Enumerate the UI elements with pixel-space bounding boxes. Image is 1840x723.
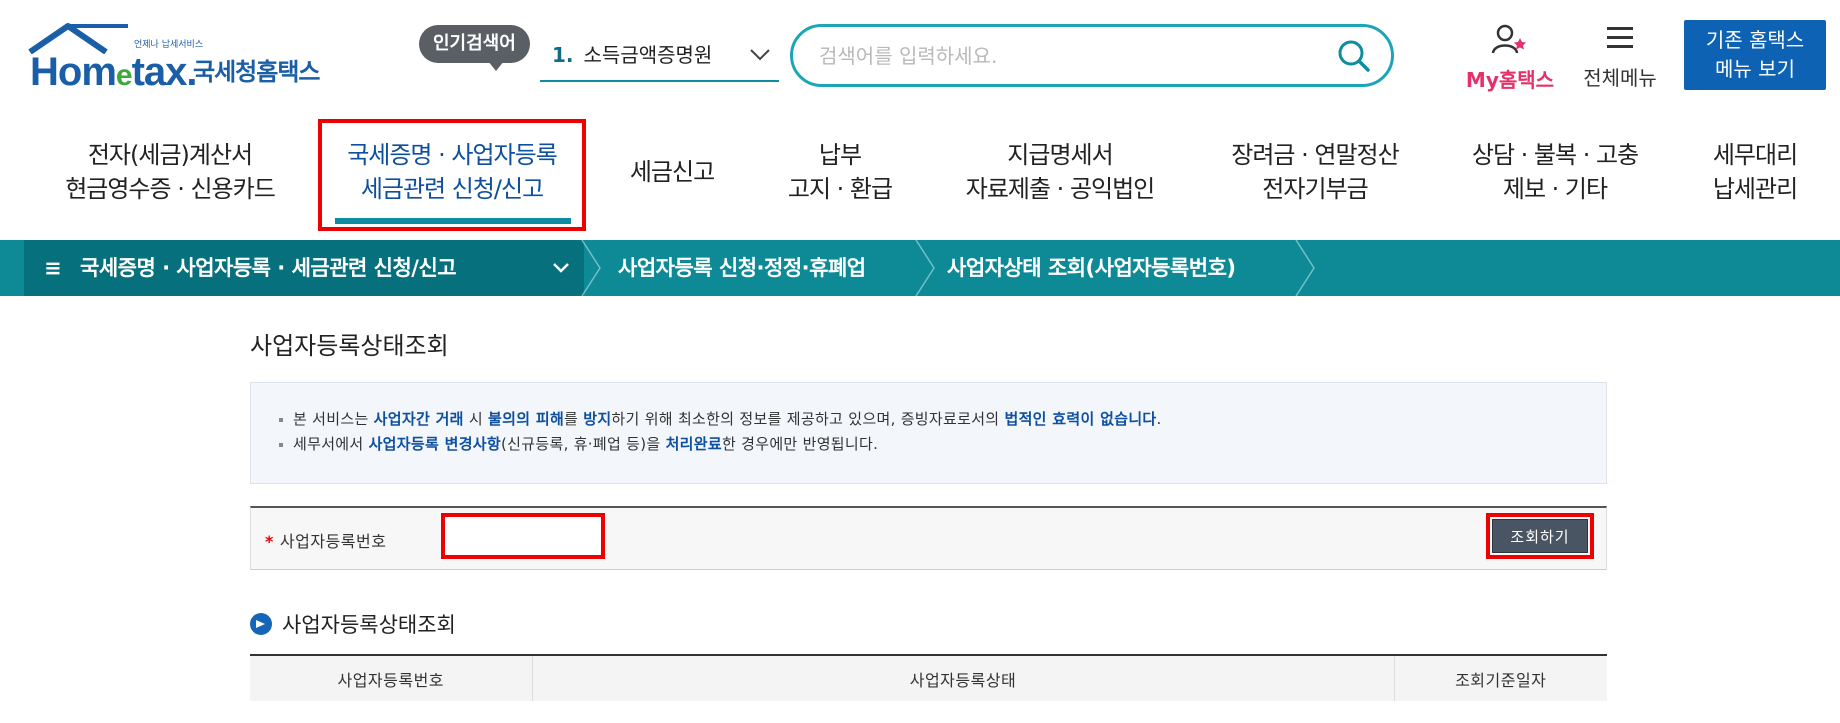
search-form: * 사업자등록번호 조회하기 bbox=[250, 506, 1607, 570]
notice-emphasis: 사업자간 거래 bbox=[373, 410, 464, 428]
notice-line-1: 본 서비스는 사업자간 거래 시 불의의 피해를 방지하기 위해 최소한의 정보… bbox=[279, 407, 1606, 432]
gnb-item-agent[interactable]: 세무대리 납세관리 bbox=[1690, 138, 1820, 206]
table-header-row: 사업자등록번호 사업자등록상태 조회기준일자 bbox=[250, 655, 1607, 701]
notice-text: 하기 위해 최소한의 정보를 제공하고 있으며, 증빙자료로서의 bbox=[611, 410, 1005, 428]
highlight-box bbox=[441, 513, 605, 559]
required-mark: * bbox=[265, 532, 274, 551]
notice-text: 세무서에서 bbox=[293, 435, 369, 453]
breadcrumb: ≡ 국세증명 · 사업자등록 · 세금관련 신청/신고 사업자등록 신청·정정·… bbox=[0, 240, 1840, 296]
gnb-item-invoice[interactable]: 전자(세금)계산서 현금영수증 · 신용카드 bbox=[55, 138, 285, 206]
notice-text: 본 서비스는 bbox=[293, 410, 374, 428]
notice-box: 본 서비스는 사업자간 거래 시 불의의 피해를 방지하기 위해 최소한의 정보… bbox=[250, 382, 1607, 484]
chevron-down-icon[interactable] bbox=[552, 258, 570, 278]
page-title: 사업자등록상태조회 bbox=[250, 332, 449, 360]
highlight-box: 조회하기 bbox=[1486, 513, 1594, 559]
column-header: 사업자등록번호 bbox=[250, 655, 533, 701]
menu-icon[interactable]: ≡ bbox=[44, 240, 62, 296]
notice-text: 시 bbox=[463, 410, 489, 428]
breadcrumb-separator bbox=[581, 240, 601, 296]
breadcrumb-separator bbox=[915, 240, 935, 296]
breadcrumb-level1-label[interactable]: 국세증명 · 사업자등록 · 세금관련 신청/신고 bbox=[80, 240, 457, 296]
breadcrumb-level3[interactable]: 사업자상태 조회(사업자등록번호) bbox=[947, 240, 1236, 296]
column-header: 사업자등록상태 bbox=[532, 655, 1395, 701]
notice-text: (신규등록, 휴·폐업 등)을 bbox=[501, 435, 666, 453]
notice-line-2: 세무서에서 사업자등록 변경사항(신규등록, 휴·폐업 등)을 처리완료한 경우… bbox=[279, 432, 1606, 457]
breadcrumb-level2[interactable]: 사업자등록 신청·정정·휴폐업 bbox=[618, 240, 866, 296]
global-nav: 전자(세금)계산서 현금영수증 · 신용카드 국세증명 · 사업자등록 세금관련 신… bbox=[0, 0, 1840, 240]
inquiry-button[interactable]: 조회하기 bbox=[1492, 519, 1588, 553]
notice-emphasis: 처리완료 bbox=[665, 435, 722, 453]
highlight-box bbox=[318, 119, 586, 231]
gnb-item-statement[interactable]: 지급명세서 자료제출 · 공익법인 bbox=[950, 138, 1170, 206]
notice-text: . bbox=[1156, 410, 1162, 428]
breadcrumb-separator bbox=[1295, 240, 1315, 296]
notice-emphasis: 법적인 효력이 없습니다 bbox=[1004, 410, 1157, 428]
result-section-title: 사업자등록상태조회 bbox=[250, 609, 456, 639]
business-number-input[interactable] bbox=[447, 519, 599, 553]
column-header: 조회기준일자 bbox=[1394, 655, 1607, 701]
arrow-circle-icon bbox=[250, 613, 272, 635]
notice-emphasis: 불의의 피해 bbox=[488, 410, 565, 428]
notice-emphasis: 사업자등록 변경사항 bbox=[368, 435, 502, 453]
gnb-item-payment[interactable]: 납부 고지 · 환급 bbox=[765, 138, 915, 206]
gnb-item-tax-return[interactable]: 세금신고 bbox=[612, 155, 732, 189]
notice-text: 한 경우에만 반영됩니다. bbox=[721, 435, 879, 453]
result-table: 사업자등록번호 사업자등록상태 조회기준일자 bbox=[250, 654, 1607, 701]
notice-text: 를 bbox=[564, 410, 584, 428]
notice-emphasis: 방지 bbox=[583, 410, 612, 428]
gnb-item-incentive[interactable]: 장려금 · 연말정산 전자기부금 bbox=[1205, 138, 1425, 206]
gnb-item-consult[interactable]: 상담 · 불복 · 고충 제보 · 기타 bbox=[1450, 138, 1660, 206]
active-indicator bbox=[335, 218, 571, 224]
business-number-label: * 사업자등록번호 bbox=[265, 532, 387, 551]
